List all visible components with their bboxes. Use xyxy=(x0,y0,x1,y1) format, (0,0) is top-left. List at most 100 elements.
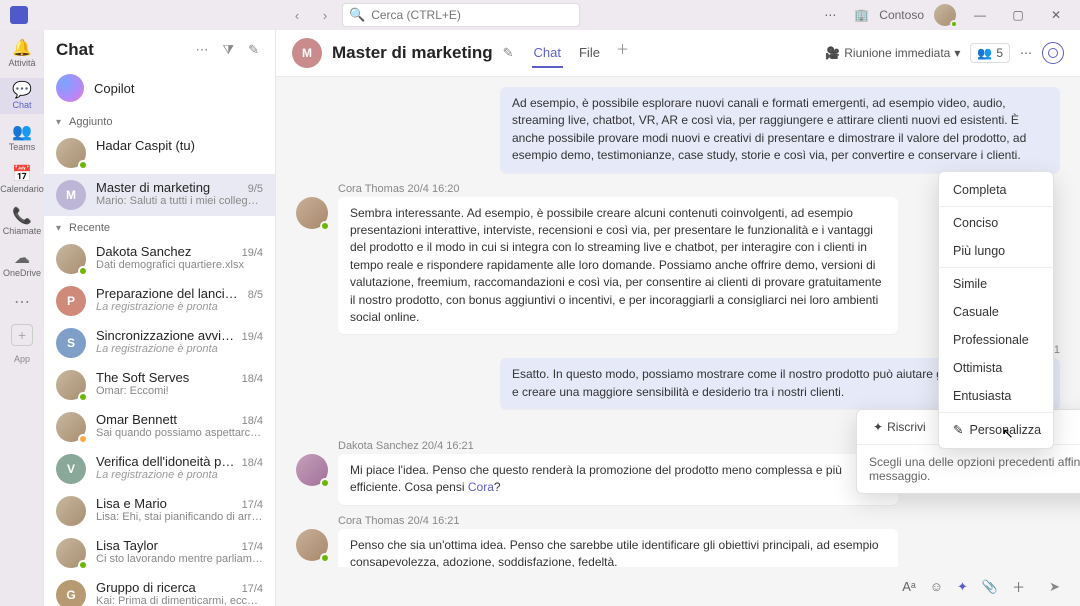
chat-list-item[interactable]: S Sincronizzazione avvio Mark 819/4 La r… xyxy=(44,322,275,364)
avatar: G xyxy=(56,580,86,606)
search-input[interactable] xyxy=(371,8,573,22)
tone-menu: Completa Conciso Più lungo Simile Casual… xyxy=(938,171,1054,449)
chat-avatar: M xyxy=(292,38,322,68)
copilot-chat-icon[interactable] xyxy=(1042,42,1064,64)
tab-file[interactable]: File xyxy=(577,39,602,68)
search-icon: 🔍 xyxy=(349,7,365,23)
avatar xyxy=(56,138,86,168)
rewrite-hint: Scegli una delle opzioni precedenti affi… xyxy=(857,445,1080,485)
emoji-icon[interactable]: ☺ xyxy=(930,579,943,594)
message-bubble[interactable]: Sembra interessante. Ad esempio, è possi… xyxy=(338,197,898,335)
rail-chat[interactable]: 💬 Chat xyxy=(0,78,44,114)
sparkle-icon: ✦ xyxy=(873,420,883,434)
tone-option[interactable]: Simile xyxy=(939,270,1053,298)
message-bubble-own[interactable]: Ad esempio, è possibile esplorare nuovi … xyxy=(500,87,1060,173)
chat-list-item[interactable]: The Soft Serves18/4 Omar: Eccomi! xyxy=(44,364,275,406)
chat-list-item[interactable]: M Master di marketing 9/5 Mario: Saluti … xyxy=(44,174,275,216)
people-count[interactable]: 👥 5 xyxy=(970,43,1010,63)
chat-list-item[interactable]: V Verifica dell'idoneità per il lancio d… xyxy=(44,448,275,490)
tone-option[interactable]: Professionale xyxy=(939,326,1053,354)
chat-list-item[interactable]: Lisa e Mario17/4 Lisa: Ehi, stai pianifi… xyxy=(44,490,275,532)
new-chat-icon[interactable]: ✎ xyxy=(244,40,263,60)
avatar: M xyxy=(56,180,86,210)
org-switch-icon[interactable]: 🏢 xyxy=(854,8,869,22)
calendar-icon: 📅 xyxy=(0,166,44,184)
teams-logo xyxy=(10,6,28,24)
chat-list-item[interactable]: Lisa Taylor17/4 Ci sto lavorando mentre … xyxy=(44,532,275,574)
tone-option[interactable]: Entusiasta xyxy=(939,382,1053,410)
rail-calls[interactable]: 📞 Chiamate xyxy=(0,204,44,240)
tone-option[interactable]: Completa xyxy=(939,176,1053,204)
section-recent[interactable]: Recente xyxy=(44,216,275,238)
tone-option[interactable]: Conciso xyxy=(939,209,1053,237)
add-tab-icon[interactable]: ＋ xyxy=(616,39,629,68)
chat-list-item[interactable]: P Preparazione del lancio di Project A..… xyxy=(44,280,275,322)
chat-list-item[interactable]: Hadar Caspit (tu) xyxy=(44,132,275,174)
org-name[interactable]: Contoso xyxy=(879,8,924,22)
filter-icon[interactable]: ⧩ xyxy=(218,40,238,60)
window-close[interactable]: ✕ xyxy=(1042,1,1070,29)
compose-bar: Aᵃ ☺ ✦ 📎 ＋ ➤ xyxy=(276,567,1080,606)
tone-option[interactable]: Più lungo xyxy=(939,237,1053,265)
rail-teams[interactable]: 👥 Teams xyxy=(0,120,44,156)
teams-icon: 👥 xyxy=(0,124,44,142)
avatar xyxy=(296,454,328,486)
avatar xyxy=(56,538,86,568)
main-chat-area: M Master di marketing ✎ Chat File ＋ 🎥 Ri… xyxy=(276,30,1080,606)
nav-back[interactable]: ‹ xyxy=(286,4,308,26)
profile-avatar[interactable] xyxy=(934,4,956,26)
mention[interactable]: Cora xyxy=(468,480,494,494)
section-pinned[interactable]: Aggiunto xyxy=(44,110,275,132)
chat-icon: 💬 xyxy=(0,82,44,100)
add-compose-icon[interactable]: ＋ xyxy=(1012,577,1025,596)
copilot-entry[interactable]: Copilot xyxy=(44,66,275,110)
tab-chat[interactable]: Chat xyxy=(532,39,563,68)
message-meta: Cora Thomas 20/4 16:21 xyxy=(338,515,1060,527)
edit-title-icon[interactable]: ✎ xyxy=(503,45,514,61)
avatar xyxy=(56,244,86,274)
messages-scroll[interactable]: Ad esempio, è possibile esplorare nuovi … xyxy=(276,77,1080,606)
chat-list-item[interactable]: Dakota Sanchez19/4 Dati demografici quar… xyxy=(44,238,275,280)
rewrite-button[interactable]: ✦ Riscrivi xyxy=(865,416,934,438)
avatar: V xyxy=(56,454,86,484)
people-icon: 👥 xyxy=(977,46,992,60)
edit-icon: ✎ xyxy=(953,422,963,437)
avatar: S xyxy=(56,328,86,358)
window-minimize[interactable]: — xyxy=(966,1,994,29)
phone-icon: 📞 xyxy=(0,208,44,226)
rail-calendar[interactable]: 📅 Calendario xyxy=(0,162,44,198)
chat-list-item[interactable]: Omar Bennett18/4 Sai quando possiamo asp… xyxy=(44,406,275,448)
avatar: P xyxy=(56,286,86,316)
window-maximize[interactable]: ▢ xyxy=(1004,1,1032,29)
rail-apps[interactable]: ＋ xyxy=(11,324,33,346)
rail-onedrive[interactable]: ☁ OneDrive xyxy=(0,246,44,282)
copilot-icon xyxy=(56,74,84,102)
cloud-icon: ☁ xyxy=(0,250,44,268)
search-bar[interactable]: 🔍 xyxy=(342,3,580,27)
avatar xyxy=(296,529,328,561)
chat-header: M Master di marketing ✎ Chat File ＋ 🎥 Ri… xyxy=(276,30,1080,77)
avatar xyxy=(296,197,328,229)
chat-list-item[interactable]: G Gruppo di ricerca17/4 Kai: Prima di di… xyxy=(44,574,275,606)
tone-option[interactable]: Ottimista xyxy=(939,354,1053,382)
meet-now-button[interactable]: 🎥 Riunione immediata ▾ xyxy=(825,46,960,60)
avatar xyxy=(56,496,86,526)
tone-customize[interactable]: ✎ Personalizza xyxy=(939,415,1053,444)
format-icon[interactable]: Aᵃ xyxy=(902,579,916,594)
tone-option[interactable]: Casuale xyxy=(939,298,1053,326)
chat-more-icon[interactable]: ⋯ xyxy=(1020,46,1032,60)
rail-more[interactable]: ⋯ xyxy=(14,292,30,312)
panel-more-icon[interactable]: ⋯ xyxy=(191,40,212,60)
chat-list-panel: Chat ⋯ ⧩ ✎ Copilot Aggiunto Hadar Caspit… xyxy=(44,30,276,606)
send-icon[interactable]: ➤ xyxy=(1049,579,1060,595)
rail-activity[interactable]: 🔔 Attività xyxy=(0,36,44,72)
nav-forward[interactable]: › xyxy=(314,4,336,26)
chevron-down-icon: ▾ xyxy=(954,46,960,60)
nav-rail: 🔔 Attività 💬 Chat 👥 Teams 📅 Calendario 📞… xyxy=(0,30,44,606)
more-icon[interactable]: ⋯ xyxy=(816,1,844,29)
copilot-compose-icon[interactable]: ✦ xyxy=(957,579,968,595)
attach-icon[interactable]: 📎 xyxy=(982,579,998,595)
chat-title: Master di marketing xyxy=(332,43,493,63)
avatar xyxy=(56,412,86,442)
message-bubble[interactable]: Mi piace l'idea. Penso che questo render… xyxy=(338,454,898,505)
